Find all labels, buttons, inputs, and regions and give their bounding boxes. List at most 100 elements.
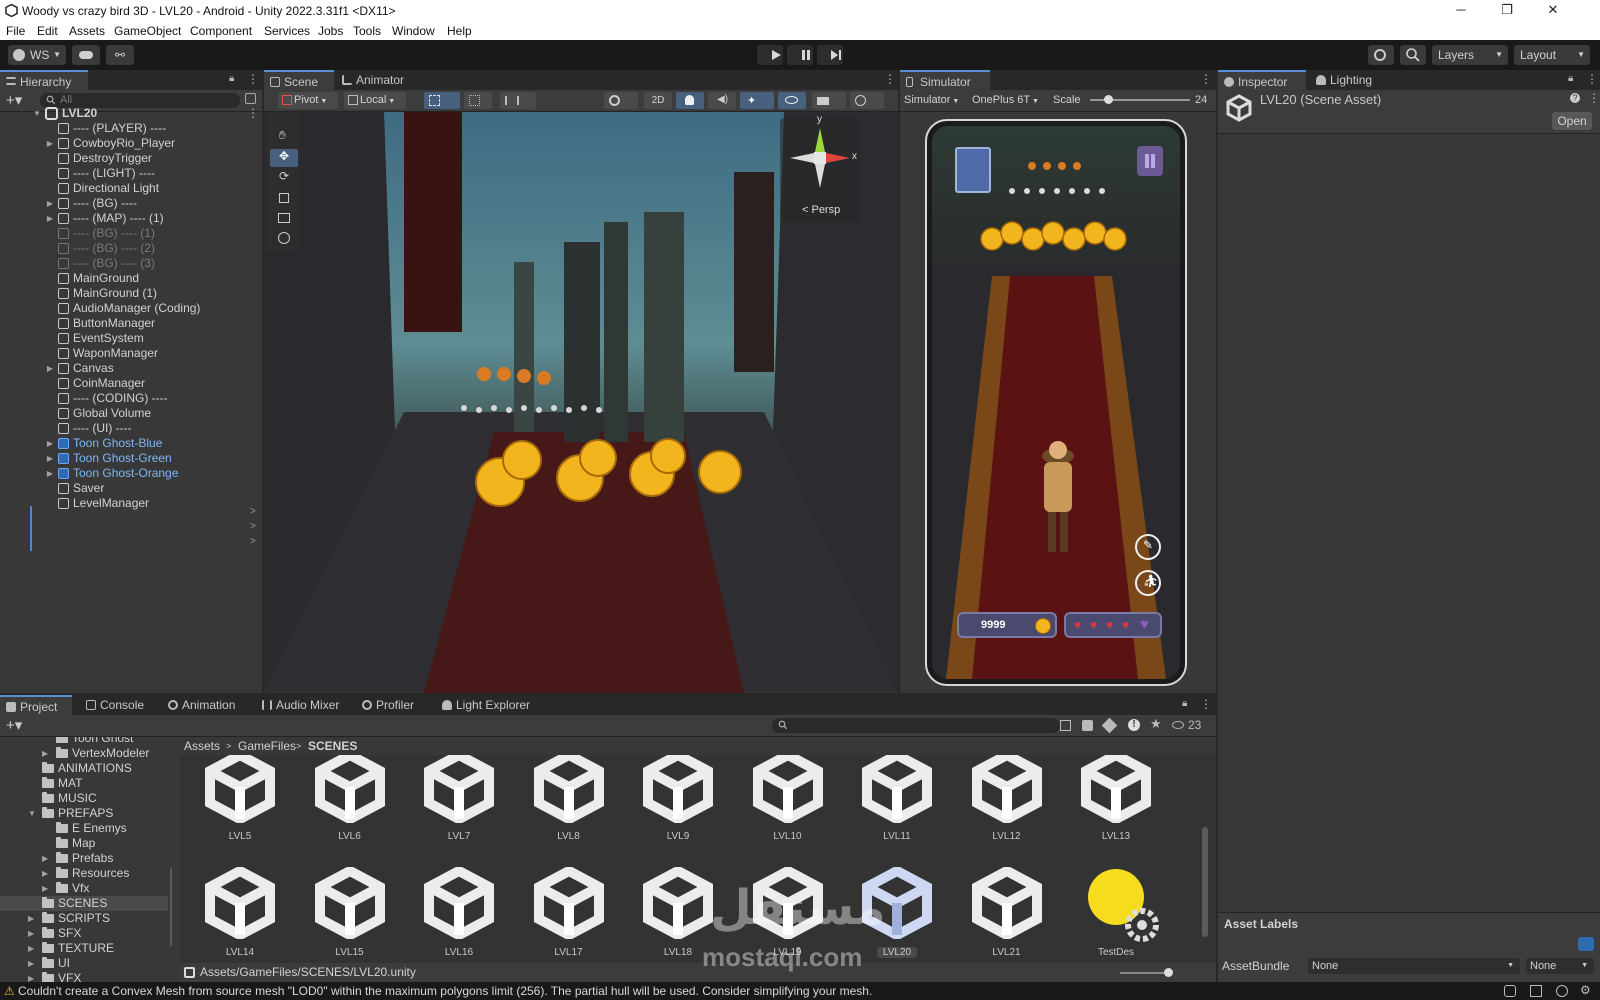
expand-arrow-icon[interactable]: ▶ — [28, 941, 34, 956]
tag-icon[interactable] — [1578, 937, 1594, 951]
hierarchy-item[interactable]: AudioManager (Coding) — [0, 301, 258, 316]
scale-slider[interactable] — [1090, 95, 1190, 104]
rotate-tool-button[interactable]: ⟳ — [270, 169, 298, 187]
align-button[interactable] — [500, 92, 536, 109]
open-button[interactable]: Open — [1552, 112, 1592, 130]
scene-asset-tile[interactable]: LVL21 — [957, 863, 1057, 963]
slider-thumb[interactable] — [1164, 968, 1173, 977]
project-search-input[interactable] — [772, 718, 1060, 733]
scene-asset-tile[interactable]: TestDes — [1066, 863, 1166, 963]
tab-project[interactable]: Project — [0, 695, 72, 715]
folder-tree-item[interactable]: ▶ UI — [0, 956, 168, 971]
orientation-gizmo[interactable]: y x < Persp — [780, 114, 860, 222]
expand-arrow-icon[interactable]: ▶ — [45, 466, 55, 481]
menu-jobs[interactable]: Jobs — [318, 24, 343, 38]
search-by-label-icon[interactable] — [1082, 720, 1093, 731]
hierarchy-item[interactable]: ▶ CowboyRio_Player — [0, 136, 258, 151]
scene-asset-tile[interactable]: LVL13 — [1066, 755, 1166, 847]
hierarchy-item[interactable]: DestroyTrigger — [0, 151, 258, 166]
expand-arrow-icon[interactable]: ▶ — [45, 361, 55, 376]
folder-tree-item[interactable]: ▶ TEXTURE — [0, 941, 168, 956]
pause-game-button[interactable] — [1137, 146, 1163, 176]
hand-tool-button[interactable]: ✋︎ — [270, 128, 298, 146]
hierarchy-item[interactable]: WaponManager — [0, 346, 258, 361]
scene-asset-tile[interactable]: LVL10 — [738, 755, 838, 847]
tab-light-explorer[interactable]: Light Explorer — [436, 695, 546, 715]
folder-tree-item[interactable]: Toon Ghost — [0, 737, 168, 746]
scene-viewport[interactable]: ✋︎ ✥ ⟳ y x < Persp — [264, 112, 898, 693]
more-menu-icon[interactable]: ⋮ — [1200, 697, 1212, 711]
scene-asset-tile[interactable]: LVL17 — [519, 863, 619, 963]
expand-arrow-icon[interactable]: ▶ — [42, 746, 48, 761]
hidden-count-eye-icon[interactable] — [1172, 721, 1184, 729]
move-tool-button[interactable]: ✥ — [270, 149, 298, 167]
play-button[interactable] — [757, 45, 783, 65]
layers-dropdown[interactable]: Layers ▼ — [1432, 45, 1508, 65]
warning-filter-icon[interactable]: ! — [1128, 719, 1140, 731]
network-icon[interactable] — [1556, 985, 1568, 997]
hierarchy-item[interactable]: ▶ Canvas — [0, 361, 258, 376]
tab-simulator[interactable]: Simulator — [900, 70, 990, 90]
effects-dropdown[interactable]: ✦ — [740, 92, 774, 109]
folder-tree-item[interactable]: E Enemys — [0, 821, 168, 836]
folder-tree-item[interactable]: ▶ SFX — [0, 926, 168, 941]
expand-arrow-icon[interactable]: ▶ — [28, 911, 34, 926]
expand-arrow-icon[interactable]: ▶ — [28, 971, 34, 982]
chevron-right-icon[interactable]: > — [250, 536, 256, 547]
scene-asset-tile[interactable]: LVL20 — [847, 863, 947, 963]
hierarchy-item[interactable]: ▶ Toon Ghost-Green — [0, 451, 258, 466]
scene-asset-tile[interactable]: LVL16 — [409, 863, 509, 963]
folder-tree-item[interactable]: ▶ VertexModeler — [0, 746, 168, 761]
tab-lighting[interactable]: Lighting — [1310, 70, 1390, 90]
favorite-icon[interactable]: ★ — [1150, 716, 1162, 732]
menu-window[interactable]: Window — [392, 24, 435, 38]
menu-tools[interactable]: Tools — [353, 24, 381, 38]
expand-arrow-icon[interactable]: ▶ — [45, 436, 55, 451]
menu-file[interactable]: File — [6, 24, 25, 38]
folder-tree-item[interactable]: MAT — [0, 776, 168, 791]
menu-component[interactable]: Component — [190, 24, 252, 38]
menu-assets[interactable]: Assets — [69, 24, 105, 38]
expand-arrow-icon[interactable]: ▶ — [42, 881, 48, 896]
transform-tool-button[interactable] — [270, 229, 298, 247]
tree-scrollbar[interactable] — [170, 867, 172, 947]
gizmos-dropdown[interactable] — [850, 92, 884, 109]
bug-icon[interactable] — [1504, 985, 1516, 997]
scene-asset-tile[interactable]: LVL11 — [847, 755, 947, 847]
scene-asset-tile[interactable]: LVL19 — [738, 863, 838, 963]
expand-arrow-icon[interactable]: ▶ — [45, 451, 55, 466]
hierarchy-item[interactable]: Directional Light — [0, 181, 258, 196]
maximize-button[interactable]: ❐ — [1484, 0, 1530, 22]
rect-tool-button[interactable] — [270, 209, 298, 227]
breadcrumb-scenes[interactable]: SCENES — [308, 737, 357, 755]
folder-tree-item[interactable]: ▼ PREFAPS — [0, 806, 168, 821]
tab-hierarchy[interactable]: Hierarchy — [0, 70, 88, 90]
hierarchy-item[interactable]: ▶ ---- (BG) ---- — [0, 196, 258, 211]
hierarchy-root-row[interactable]: ▼ LVL20 ⋮ — [0, 106, 259, 121]
expand-arrow-icon[interactable]: ▶ — [28, 956, 34, 971]
more-menu-icon[interactable]: ⋮ — [884, 72, 896, 86]
search-options-icon[interactable] — [245, 93, 256, 104]
layout-dropdown[interactable]: Layout ▼ — [1514, 45, 1590, 65]
scene-asset-tile[interactable]: LVL14 — [190, 863, 290, 963]
asset-bundle-variant-dropdown[interactable]: None ▼ — [1526, 958, 1594, 974]
scene-asset-tile[interactable]: LVL7 — [409, 755, 509, 847]
scene-asset-tile[interactable]: LVL18 — [628, 863, 728, 963]
expand-arrow-icon[interactable]: ▶ — [45, 211, 55, 226]
account-dropdown[interactable]: WS ▼ — [8, 45, 66, 65]
filter-tag-icon[interactable] — [1101, 717, 1118, 734]
chevron-right-icon[interactable]: > — [250, 521, 256, 532]
hierarchy-item[interactable]: ---- (PLAYER) ---- — [0, 121, 258, 136]
hierarchy-item[interactable]: ---- (UI) ---- — [0, 421, 258, 436]
more-menu-icon[interactable]: ⋮ — [247, 106, 259, 121]
folder-tree-item[interactable]: ANIMATIONS — [0, 761, 168, 776]
hierarchy-item[interactable]: ---- (CODING) ---- — [0, 391, 258, 406]
lock-icon[interactable]: 🔒︎ — [1568, 73, 1573, 84]
menu-gameobject[interactable]: GameObject — [114, 24, 181, 38]
grid-snap-button[interactable] — [424, 92, 460, 109]
scene-asset-tile[interactable]: LVL12 — [957, 755, 1057, 847]
step-button[interactable] — [817, 45, 843, 65]
hidden-objects-toggle[interactable] — [778, 92, 806, 109]
more-menu-icon[interactable]: ⋮ — [1588, 91, 1600, 105]
search-by-type-icon[interactable] — [1060, 720, 1071, 731]
